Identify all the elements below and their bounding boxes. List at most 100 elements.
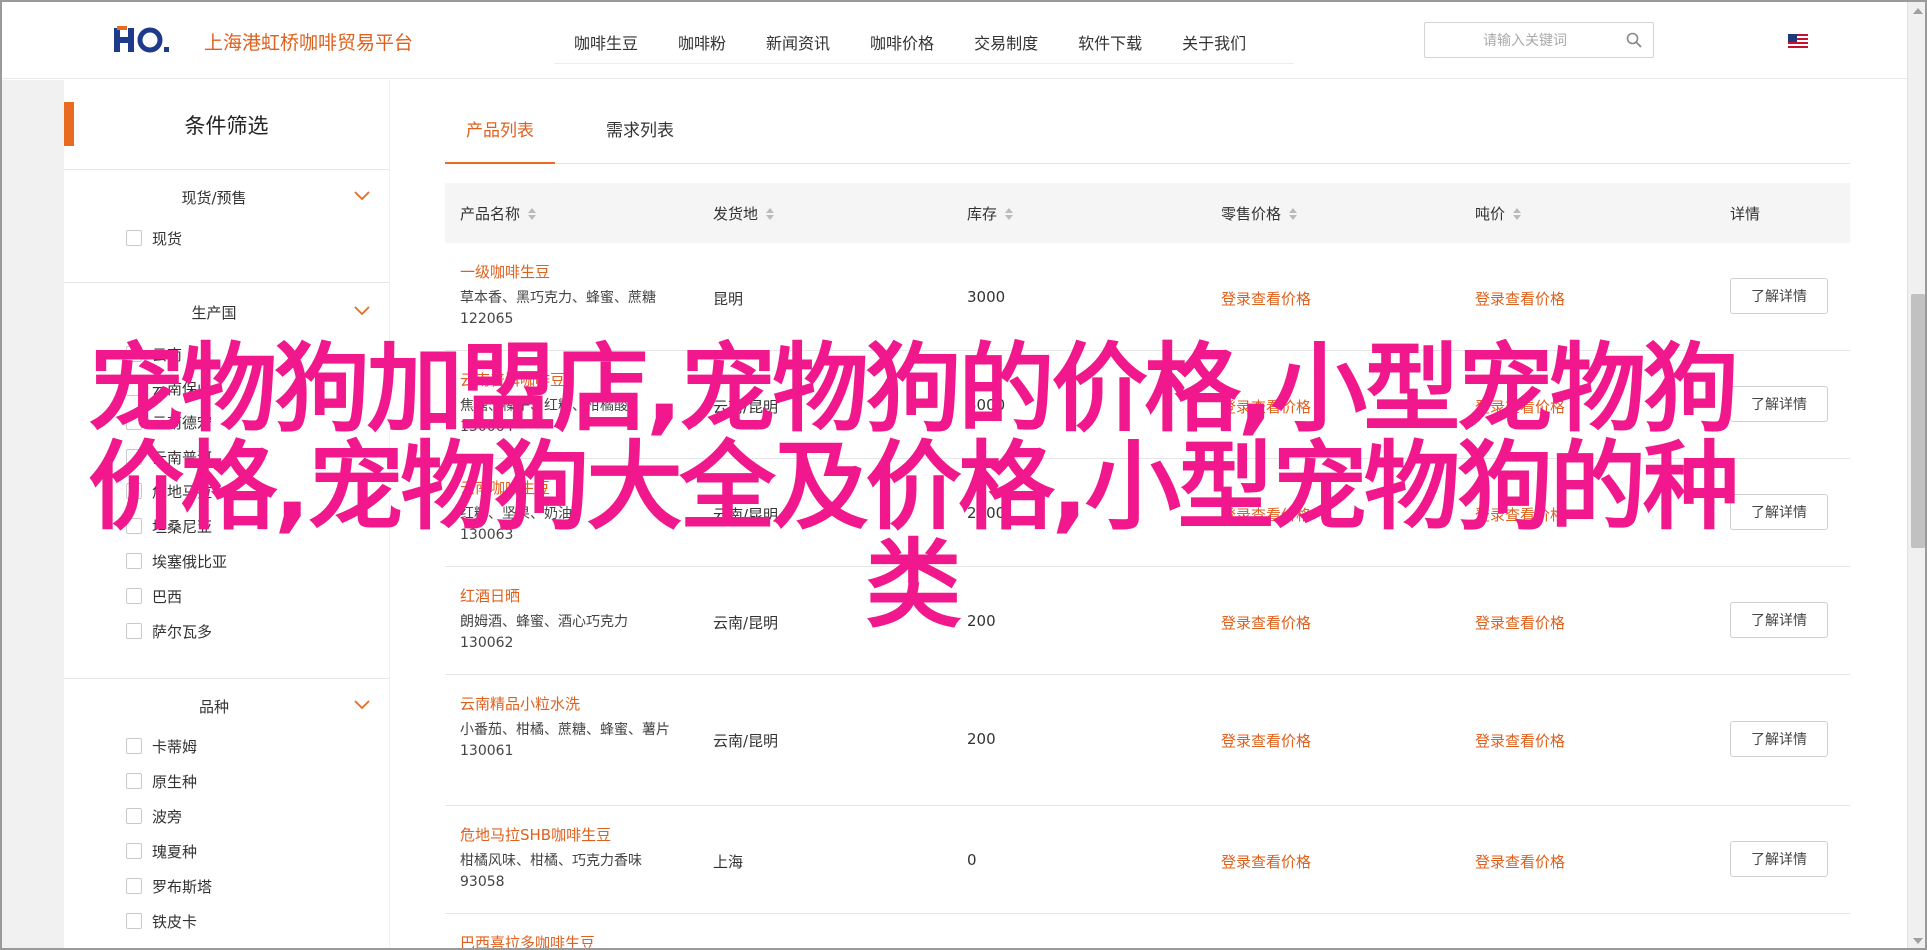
- sort-icon[interactable]: [1289, 207, 1298, 221]
- login-to-view-price-link[interactable]: 登录查看价格: [1475, 851, 1565, 872]
- filter-option-country[interactable]: 云南德宏: [126, 412, 212, 432]
- view-details-button[interactable]: 了解详情: [1730, 602, 1828, 638]
- nav-item-trading-rules[interactable]: 交易制度: [954, 22, 1058, 63]
- product-name-link[interactable]: 云南普洱咖啡豆: [460, 369, 670, 390]
- checkbox[interactable]: [126, 346, 142, 362]
- sort-icon[interactable]: [766, 207, 775, 221]
- checkbox[interactable]: [126, 414, 142, 430]
- login-to-view-price-link[interactable]: 登录查看价格: [1221, 730, 1311, 751]
- checkbox[interactable]: [126, 230, 142, 246]
- product-name-link[interactable]: 云南精品小粒水洗: [460, 693, 670, 714]
- filter-option-variety[interactable]: 波旁: [126, 806, 182, 826]
- nav-item-downloads[interactable]: 软件下载: [1058, 22, 1162, 63]
- chevron-down-icon[interactable]: [354, 306, 370, 316]
- view-details-button[interactable]: 了解详情: [1730, 386, 1828, 422]
- product-name-link[interactable]: 巴西喜拉多咖啡生豆: [460, 932, 595, 948]
- login-to-view-price-link[interactable]: 登录查看价格: [1221, 288, 1311, 309]
- table-row: 巴西喜拉多咖啡生豆: [445, 914, 1850, 948]
- col-header-retail-price[interactable]: 零售价格: [1221, 203, 1298, 224]
- product-name-link[interactable]: 危地马拉SHB咖啡生豆: [460, 824, 670, 845]
- main-nav: 咖啡生豆 咖啡粉 新闻资讯 咖啡价格 交易制度 软件下载 关于我们: [554, 22, 1294, 64]
- filter-option-variety[interactable]: 罗布斯塔: [126, 876, 212, 896]
- view-details-button[interactable]: 了解详情: [1730, 278, 1828, 314]
- checkbox[interactable]: [126, 518, 142, 534]
- product-name-link[interactable]: 一级咖啡生豆: [460, 261, 670, 282]
- filter-option-country[interactable]: 坦桑尼亚: [126, 516, 212, 536]
- login-to-view-price-link[interactable]: 登录查看价格: [1221, 396, 1311, 417]
- login-to-view-price-link[interactable]: 登录查看价格: [1221, 504, 1311, 525]
- divider: [64, 169, 389, 170]
- nav-item-green-beans[interactable]: 咖啡生豆: [554, 22, 658, 63]
- search-icon[interactable]: [1625, 31, 1643, 49]
- hq-logo-icon[interactable]: [114, 24, 174, 56]
- chevron-down-icon[interactable]: [354, 191, 370, 201]
- product-name-link[interactable]: 红酒日晒: [460, 585, 670, 606]
- filter-option-country[interactable]: 云南保山: [126, 378, 212, 398]
- tab-demand-list[interactable]: 需求列表: [585, 100, 695, 164]
- filter-group-title-country[interactable]: 生产国: [64, 302, 364, 323]
- col-header-ton-price[interactable]: 吨价: [1475, 203, 1522, 224]
- checkbox[interactable]: [126, 738, 142, 754]
- nav-item-prices[interactable]: 咖啡价格: [850, 22, 954, 63]
- stock-cell: 200: [967, 612, 996, 630]
- brand-name[interactable]: 上海港虹桥咖啡贸易平台: [204, 28, 413, 55]
- filter-option-country[interactable]: 云南: [126, 344, 182, 364]
- filter-option-country[interactable]: 巴西: [126, 586, 182, 606]
- product-id: 130064: [460, 419, 514, 435]
- nav-item-coffee-powder[interactable]: 咖啡粉: [658, 22, 746, 63]
- chevron-down-icon[interactable]: [354, 700, 370, 710]
- col-header-name[interactable]: 产品名称: [460, 203, 537, 224]
- checkbox[interactable]: [126, 483, 142, 499]
- login-to-view-price-link[interactable]: 登录查看价格: [1475, 730, 1565, 751]
- filter-option-country[interactable]: 云南普洱: [126, 447, 212, 467]
- view-details-button[interactable]: 了解详情: [1730, 841, 1828, 877]
- nav-item-news[interactable]: 新闻资讯: [746, 22, 850, 63]
- filter-group-title-stock[interactable]: 现货/预售: [64, 187, 364, 208]
- sort-icon[interactable]: [1005, 207, 1014, 221]
- login-to-view-price-link[interactable]: 登录查看价格: [1221, 851, 1311, 872]
- filter-option-country[interactable]: 萨尔瓦多: [126, 621, 212, 641]
- sort-icon[interactable]: [528, 207, 537, 221]
- login-to-view-price-link[interactable]: 登录查看价格: [1475, 396, 1565, 417]
- login-to-view-price-link[interactable]: 登录查看价格: [1475, 504, 1565, 525]
- view-details-button[interactable]: 了解详情: [1730, 721, 1828, 757]
- col-header-origin[interactable]: 发货地: [713, 203, 775, 224]
- checkbox[interactable]: [126, 773, 142, 789]
- nav-item-about[interactable]: 关于我们: [1162, 22, 1266, 63]
- checkbox[interactable]: [126, 380, 142, 396]
- product-flavor: 小番茄、柑橘、蔗糖、蜂蜜、薯片: [460, 722, 670, 738]
- login-to-view-price-link[interactable]: 登录查看价格: [1475, 612, 1565, 633]
- product-flavor: 焦糖、榛子、红糖、柑橘酸: [460, 398, 628, 414]
- filter-option-country[interactable]: 埃塞俄比亚: [126, 551, 227, 571]
- checkbox[interactable]: [126, 913, 142, 929]
- filter-option-spot[interactable]: 现货: [126, 228, 182, 248]
- col-header-stock[interactable]: 库存: [967, 203, 1014, 224]
- login-to-view-price-link[interactable]: 登录查看价格: [1221, 612, 1311, 633]
- checkbox[interactable]: [126, 588, 142, 604]
- product-name-link[interactable]: 云南咖啡生豆: [460, 477, 670, 498]
- checkbox[interactable]: [126, 808, 142, 824]
- filter-option-variety[interactable]: 瑰夏种: [126, 841, 197, 861]
- view-details-button[interactable]: 了解详情: [1730, 494, 1828, 530]
- product-flavor: 红糖、坚果、奶油: [460, 506, 572, 522]
- scroll-up-arrow-icon[interactable]: [1913, 8, 1923, 14]
- filter-option-variety[interactable]: 原生种: [126, 771, 197, 791]
- scroll-thumb[interactable]: [1911, 294, 1925, 548]
- checkbox[interactable]: [126, 843, 142, 859]
- filter-group-title-variety[interactable]: 品种: [64, 696, 364, 717]
- filter-option-variety[interactable]: 铁皮卡: [126, 911, 197, 931]
- checkbox[interactable]: [126, 449, 142, 465]
- us-flag-icon[interactable]: [1788, 34, 1808, 48]
- scroll-down-arrow-icon[interactable]: [1913, 938, 1923, 944]
- vertical-scrollbar[interactable]: [1907, 2, 1925, 948]
- checkbox[interactable]: [126, 878, 142, 894]
- tab-product-list[interactable]: 产品列表: [445, 100, 555, 164]
- filter-option-variety[interactable]: 卡蒂姆: [126, 736, 197, 756]
- product-flavor: 柑橘风味、柑橘、巧克力香味: [460, 853, 642, 869]
- sort-icon[interactable]: [1513, 207, 1522, 221]
- search-input[interactable]: [1435, 29, 1615, 51]
- checkbox[interactable]: [126, 623, 142, 639]
- login-to-view-price-link[interactable]: 登录查看价格: [1475, 288, 1565, 309]
- checkbox[interactable]: [126, 553, 142, 569]
- filter-option-country[interactable]: 危地马拉: [126, 481, 212, 501]
